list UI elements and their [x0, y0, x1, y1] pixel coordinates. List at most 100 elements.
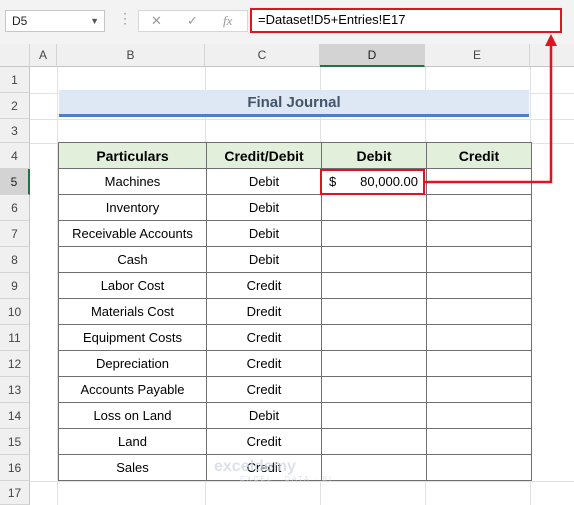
table-row: Labor Cost Credit [58, 272, 532, 299]
cell-particulars[interactable]: Machines [58, 168, 207, 195]
column-header-c[interactable]: C [205, 44, 320, 67]
row-header-6[interactable]: 6 [0, 195, 30, 221]
chevron-down-icon[interactable]: ▼ [90, 11, 99, 31]
cell-particulars[interactable]: Receivable Accounts [58, 220, 207, 247]
row-header-17[interactable]: 17 [0, 481, 30, 505]
cell-credit[interactable] [426, 272, 532, 299]
column-header-f[interactable] [530, 44, 574, 67]
formula-input[interactable]: =Dataset!D5+Entries!E17 [250, 8, 562, 33]
cell-credit-debit[interactable]: Debit [206, 246, 322, 273]
cell-debit[interactable] [321, 246, 427, 273]
table-row: Receivable Accounts Debit [58, 220, 532, 247]
watermark-logo: exceldemy EXCEL · DATA · BI [214, 458, 333, 483]
row-header-11[interactable]: 11 [0, 325, 30, 351]
insert-function-icon[interactable]: fx [223, 13, 232, 29]
cell-credit[interactable] [426, 402, 532, 429]
cell-debit[interactable] [321, 376, 427, 403]
row-header-13[interactable]: 13 [0, 377, 30, 403]
cell-credit-debit[interactable]: Credit [206, 428, 322, 455]
watermark-name: exceldemy [214, 458, 296, 475]
cell-credit-debit[interactable]: Credit [206, 376, 322, 403]
watermark-tagline: EXCEL · DATA · BI [240, 476, 333, 483]
cell-debit[interactable] [321, 220, 427, 247]
cell-debit[interactable] [321, 194, 427, 221]
table-row: Depreciation Credit [58, 350, 532, 377]
cell-credit-debit[interactable]: Dredit [206, 298, 322, 325]
cell-particulars[interactable]: Cash [58, 246, 207, 273]
row-header-16[interactable]: 16 [0, 455, 30, 481]
cell-debit[interactable] [321, 324, 427, 351]
cell-credit-debit[interactable]: Debit [206, 220, 322, 247]
journal-table: Particulars Credit/Debit Debit Credit Ma… [58, 142, 532, 481]
cell-credit[interactable] [426, 298, 532, 325]
header-particulars[interactable]: Particulars [58, 142, 207, 169]
header-credit-debit[interactable]: Credit/Debit [206, 142, 322, 169]
cell-credit[interactable] [426, 324, 532, 351]
column-header-b[interactable]: B [57, 44, 205, 67]
cell-credit[interactable] [426, 194, 532, 221]
column-header-d[interactable]: D [320, 44, 425, 67]
row-header-5[interactable]: 5 [0, 169, 30, 195]
name-box[interactable]: D5 ▼ [5, 10, 105, 32]
cell-particulars[interactable]: Loss on Land [58, 402, 207, 429]
cell-debit[interactable] [321, 428, 427, 455]
row-header-14[interactable]: 14 [0, 403, 30, 429]
row-header-15[interactable]: 15 [0, 429, 30, 455]
select-all-corner[interactable] [0, 44, 30, 67]
cell-particulars[interactable]: Materials Cost [58, 298, 207, 325]
cell-debit[interactable] [321, 454, 427, 481]
table-body: Machines Debit Inventory Debit Receivable Ac… [58, 168, 532, 481]
cell-credit[interactable] [426, 428, 532, 455]
row-header-2[interactable]: 2 [0, 93, 30, 119]
table-row: Loss on Land Debit [58, 402, 532, 429]
cell-particulars[interactable]: Labor Cost [58, 272, 207, 299]
more-options-icon[interactable]: ⋮ [118, 10, 132, 27]
header-debit[interactable]: Debit [321, 142, 427, 169]
cell-debit[interactable] [321, 350, 427, 377]
column-header-a[interactable]: A [30, 44, 57, 67]
cell-credit[interactable] [426, 168, 532, 195]
cell-debit[interactable] [321, 402, 427, 429]
spreadsheet-window: D5 ▼ ⋮ ✕ ✓ fx =Dataset!D5+Entries!E17 A … [0, 0, 574, 505]
currency-symbol: $ [329, 174, 337, 189]
row-header-4[interactable]: 4 [0, 143, 30, 169]
cell-debit[interactable] [321, 272, 427, 299]
cell-particulars[interactable]: Sales [58, 454, 207, 481]
cell-particulars[interactable]: Inventory [58, 194, 207, 221]
table-row: Accounts Payable Credit [58, 376, 532, 403]
cell-credit-debit[interactable]: Debit [206, 194, 322, 221]
cell-credit-debit[interactable]: Credit [206, 350, 322, 377]
cell-particulars[interactable]: Depreciation [58, 350, 207, 377]
table-row: Machines Debit [58, 168, 532, 195]
row-header-1[interactable]: 1 [0, 67, 30, 93]
name-box-value: D5 [12, 14, 28, 28]
sheet-title[interactable]: Final Journal [59, 90, 529, 117]
row-header-12[interactable]: 12 [0, 351, 30, 377]
row-header-9[interactable]: 9 [0, 273, 30, 299]
cell-credit[interactable] [426, 246, 532, 273]
column-header-e[interactable]: E [425, 44, 530, 67]
row-header-10[interactable]: 10 [0, 299, 30, 325]
cell-credit-debit[interactable]: Credit [206, 324, 322, 351]
row-header-7[interactable]: 7 [0, 221, 30, 247]
cell-particulars[interactable]: Land [58, 428, 207, 455]
cell-debit[interactable] [321, 298, 427, 325]
row-header-3[interactable]: 3 [0, 119, 30, 143]
gridline [30, 119, 574, 120]
cell-credit-debit[interactable]: Debit [206, 168, 322, 195]
table-row: Inventory Debit [58, 194, 532, 221]
cell-particulars[interactable]: Equipment Costs [58, 324, 207, 351]
header-credit[interactable]: Credit [426, 142, 532, 169]
cell-credit-debit[interactable]: Debit [206, 402, 322, 429]
cancel-icon[interactable]: ✕ [151, 13, 162, 29]
formula-bar: D5 ▼ ⋮ ✕ ✓ fx =Dataset!D5+Entries!E17 [0, 0, 574, 44]
cell-credit[interactable] [426, 350, 532, 377]
cell-credit-debit[interactable]: Credit [206, 272, 322, 299]
cell-particulars[interactable]: Accounts Payable [58, 376, 207, 403]
enter-icon[interactable]: ✓ [187, 13, 198, 29]
row-header-8[interactable]: 8 [0, 247, 30, 273]
debit-amount: 80,000.00 [360, 174, 418, 189]
cell-credit[interactable] [426, 220, 532, 247]
cell-credit[interactable] [426, 376, 532, 403]
cell-credit[interactable] [426, 454, 532, 481]
